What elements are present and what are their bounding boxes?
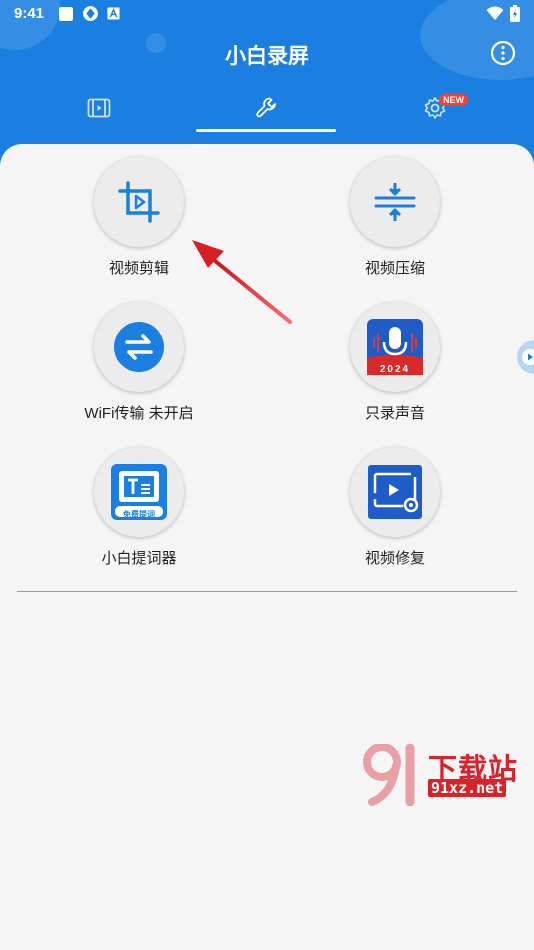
play-bubble-icon	[522, 349, 534, 365]
teleprompter-icon-text: 免费提词	[123, 510, 155, 519]
status-time: 9:41	[14, 5, 45, 22]
notification-shutter-icon	[83, 6, 98, 21]
wrench-icon	[256, 97, 276, 118]
tool-video-edit[interactable]: 视频剪辑	[39, 157, 239, 287]
tool-audio-record-label: 只录声音	[364, 405, 425, 422]
tool-teleprompter-label: 小白提词器	[101, 550, 177, 567]
tool-wifi-transfer-label: WiFi传输 未开启	[84, 405, 194, 422]
tool-video-repair[interactable]: 视频修复	[295, 447, 495, 577]
notification-a-icon	[107, 7, 120, 20]
film-icon	[87, 98, 111, 118]
tool-video-repair-icon-circle[interactable]	[350, 447, 440, 537]
notification-square-icon	[59, 6, 73, 21]
tool-wifi-transfer[interactable]: WiFi传输 未开启	[39, 302, 239, 432]
status-system-icons	[486, 5, 520, 22]
tab-videos[interactable]	[10, 86, 188, 130]
info-icon	[490, 40, 516, 66]
wifi-icon	[486, 6, 504, 20]
watermark-logo-icon	[363, 743, 415, 807]
microphone-icon-year: 2024	[379, 364, 411, 375]
tool-teleprompter[interactable]: 免费提词 小白提词器	[39, 447, 239, 577]
transfer-arrows-icon	[114, 322, 164, 372]
tool-wifi-transfer-icon-circle[interactable]	[94, 302, 184, 392]
tab-settings[interactable]	[346, 86, 524, 130]
tool-audio-record-icon-circle[interactable]: 2024	[350, 302, 440, 392]
battery-icon	[510, 5, 520, 22]
app-header: 9:41 小白录屏 NEW	[0, 0, 534, 160]
status-bar: 9:41	[0, 0, 534, 30]
page-title: 小白录屏	[225, 45, 309, 68]
content-divider	[17, 591, 517, 592]
site-watermark: 下载站 91xz.net	[362, 743, 534, 807]
compress-icon	[374, 183, 416, 221]
status-notification-icons	[58, 5, 120, 22]
tool-audio-record[interactable]: 2024 只录声音	[295, 302, 495, 432]
watermark-url: 91xz.net	[428, 779, 507, 797]
more-info-button[interactable]	[490, 40, 516, 66]
tab-tools[interactable]	[178, 86, 356, 130]
new-badge: NEW	[439, 94, 468, 106]
video-repair-icon	[368, 465, 422, 519]
crop-video-icon	[118, 181, 160, 223]
tool-video-compress-icon-circle[interactable]	[350, 157, 440, 247]
tool-video-compress-label: 视频压缩	[364, 260, 425, 277]
tool-video-edit-label: 视频剪辑	[108, 260, 169, 277]
tool-video-compress[interactable]: 视频压缩	[295, 157, 495, 287]
tool-video-edit-icon-circle[interactable]	[94, 157, 184, 247]
tool-video-repair-label: 视频修复	[364, 550, 425, 567]
tools-panel: 视频剪辑 视频压缩 WiFi传输 未开启 2024 只录声音 免费提词 小白提词…	[0, 144, 534, 950]
tool-teleprompter-icon-circle[interactable]: 免费提词	[94, 447, 184, 537]
tab-active-indicator	[196, 129, 336, 132]
